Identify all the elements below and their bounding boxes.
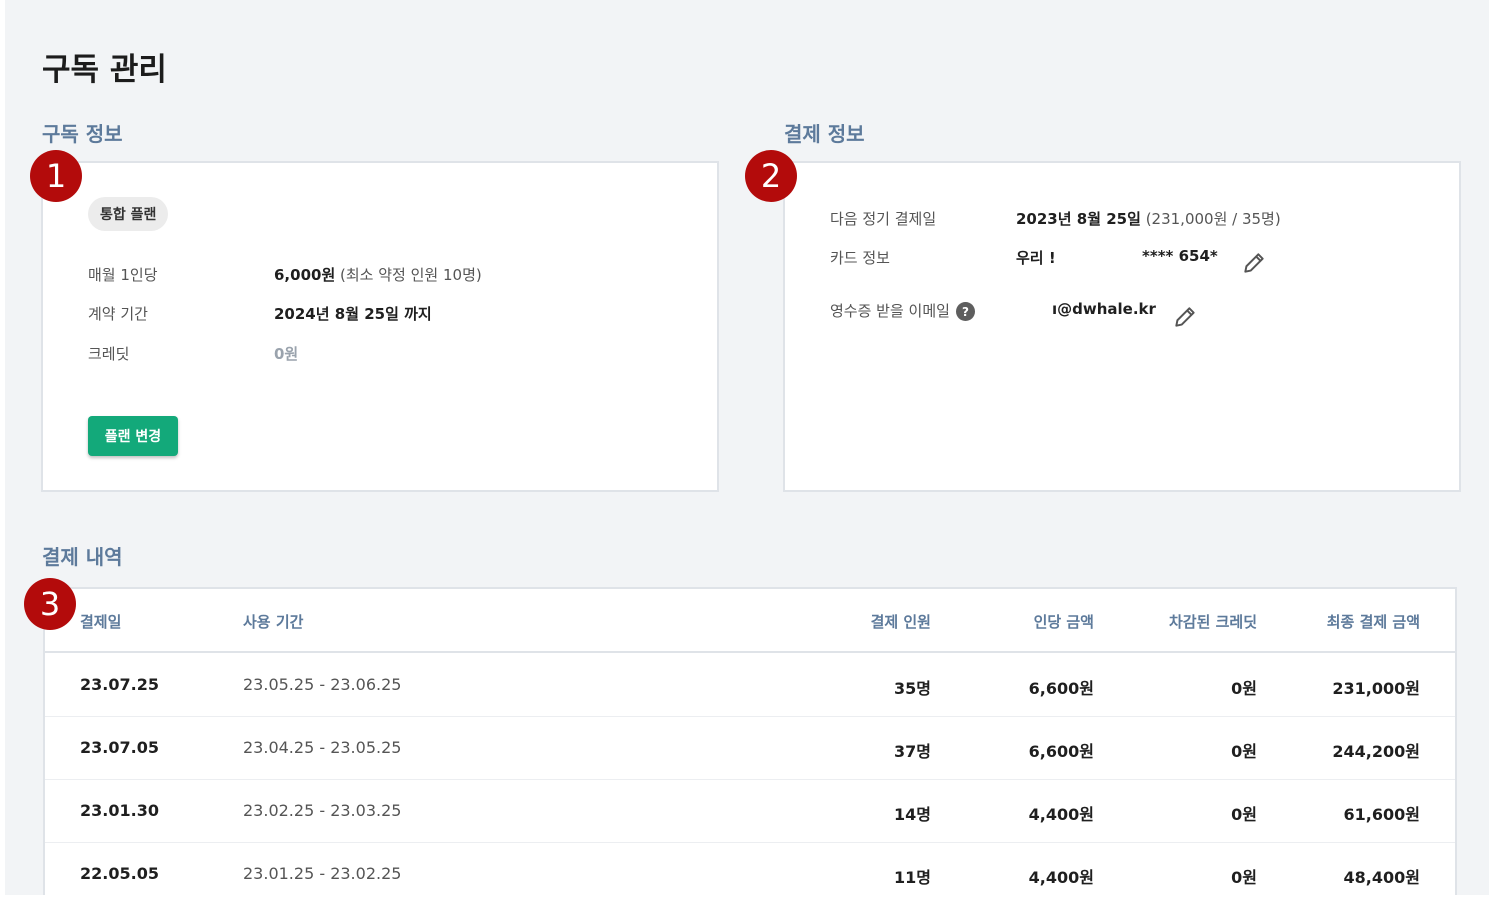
row-credit: 0원 [1231, 679, 1257, 698]
row-date: 23.07.25 [80, 675, 159, 694]
credit-value: 0원 [274, 345, 299, 363]
column-header-per-person: 인당 금액 [1033, 613, 1094, 631]
row-credit: 0원 [1231, 805, 1257, 824]
row-period: 23.02.25 - 23.03.25 [243, 801, 402, 820]
table-row[interactable]: 23.01.30 23.02.25 - 23.03.25 14명 4,400원 … [45, 779, 1455, 843]
row-credit: 0원 [1231, 868, 1257, 887]
row-members: 35명 [894, 679, 931, 698]
receipt-email-value: ı@dwhale.kr [1052, 300, 1156, 318]
subscription-card: 통합 플랜 매월 1인당 6,000원 (최소 약정 인원 10명) 계약 기간… [41, 161, 719, 492]
history-section-title: 결제 내역 [42, 545, 123, 569]
row-period: 23.05.25 - 23.06.25 [243, 675, 402, 694]
contract-period-label: 계약 기간 [88, 305, 148, 323]
monthly-per-person-label: 매월 1인당 [88, 266, 158, 284]
row-date: 23.07.05 [80, 738, 159, 757]
row-credit: 0원 [1231, 742, 1257, 761]
next-billing-value: 2023년 8월 25일 (231,000원 / 35명) [1016, 208, 1281, 229]
subscription-management-page: 구독 관리 구독 정보 1 통합 플랜 매월 1인당 6,000원 (최소 약정… [5, 0, 1489, 895]
annotation-marker-2: 2 [745, 150, 797, 202]
column-header-period: 사용 기간 [243, 613, 304, 631]
row-total: 61,600원 [1343, 805, 1420, 824]
change-plan-button[interactable]: 플랜 변경 [88, 416, 178, 456]
receipt-email-label: 영수증 받을 이메일? [830, 300, 975, 321]
plan-badge: 통합 플랜 [88, 197, 169, 231]
subscription-section-title: 구독 정보 [42, 122, 123, 146]
row-date: 23.01.30 [80, 801, 159, 820]
edit-card-pencil-icon[interactable] [1241, 250, 1267, 276]
payment-history-table: 결제일 사용 기간 결제 인원 인당 금액 차감된 크레딧 최종 결제 금액 2… [43, 587, 1457, 895]
credit-label: 크레딧 [88, 345, 130, 363]
card-info-label: 카드 정보 [830, 249, 890, 267]
monthly-price: 6,000원 [274, 266, 336, 284]
row-members: 37명 [894, 742, 931, 761]
annotation-marker-3: 3 [24, 578, 76, 630]
row-period: 23.04.25 - 23.05.25 [243, 738, 402, 757]
card-number: **** 654* [1142, 247, 1218, 265]
next-billing-label: 다음 정기 결제일 [830, 210, 937, 228]
column-header-total: 최종 결제 금액 [1326, 613, 1420, 631]
edit-email-pencil-icon[interactable] [1172, 304, 1198, 330]
contract-end-date: 2024년 8월 25일 까지 [274, 305, 432, 323]
column-header-credit: 차감된 크레딧 [1168, 613, 1257, 631]
row-total: 244,200원 [1332, 742, 1420, 761]
table-row[interactable]: 22.05.05 23.01.25 - 23.02.25 11명 4,400원 … [45, 842, 1455, 905]
table-row[interactable]: 23.07.25 23.05.25 - 23.06.25 35명 6,600원 … [45, 653, 1455, 717]
row-members: 14명 [894, 805, 931, 824]
row-total: 48,400원 [1343, 868, 1420, 887]
receipt-email-label-text: 영수증 받을 이메일 [830, 302, 950, 320]
question-circle-icon[interactable]: ? [955, 302, 975, 321]
table-row[interactable]: 23.07.05 23.04.25 - 23.05.25 37명 6,600원 … [45, 716, 1455, 780]
contract-period-value: 2024년 8월 25일 까지 [274, 303, 432, 324]
card-bank: 우리 ! [1016, 249, 1056, 267]
row-members: 11명 [894, 868, 931, 887]
payment-section-title: 결제 정보 [784, 122, 865, 146]
row-total: 231,000원 [1332, 679, 1420, 698]
row-per-person: 6,600원 [1028, 679, 1094, 698]
monthly-per-person-value: 6,000원 (최소 약정 인원 10명) [274, 264, 482, 285]
row-per-person: 6,600원 [1028, 742, 1094, 761]
column-header-date: 결제일 [80, 613, 122, 631]
next-billing-date: 2023년 8월 25일 [1016, 210, 1141, 228]
next-billing-note: (231,000원 / 35명) [1145, 210, 1281, 228]
annotation-marker-1: 1 [30, 150, 82, 202]
row-period: 23.01.25 - 23.02.25 [243, 864, 402, 883]
payment-card: 다음 정기 결제일 2023년 8월 25일 (231,000원 / 35명) … [783, 161, 1461, 492]
row-per-person: 4,400원 [1028, 805, 1094, 824]
column-header-members: 결제 인원 [870, 613, 931, 631]
row-date: 22.05.05 [80, 864, 159, 883]
row-per-person: 4,400원 [1028, 868, 1094, 887]
page-title: 구독 관리 [42, 52, 167, 88]
minimum-commitment-note: (최소 약정 인원 10명) [340, 266, 482, 284]
